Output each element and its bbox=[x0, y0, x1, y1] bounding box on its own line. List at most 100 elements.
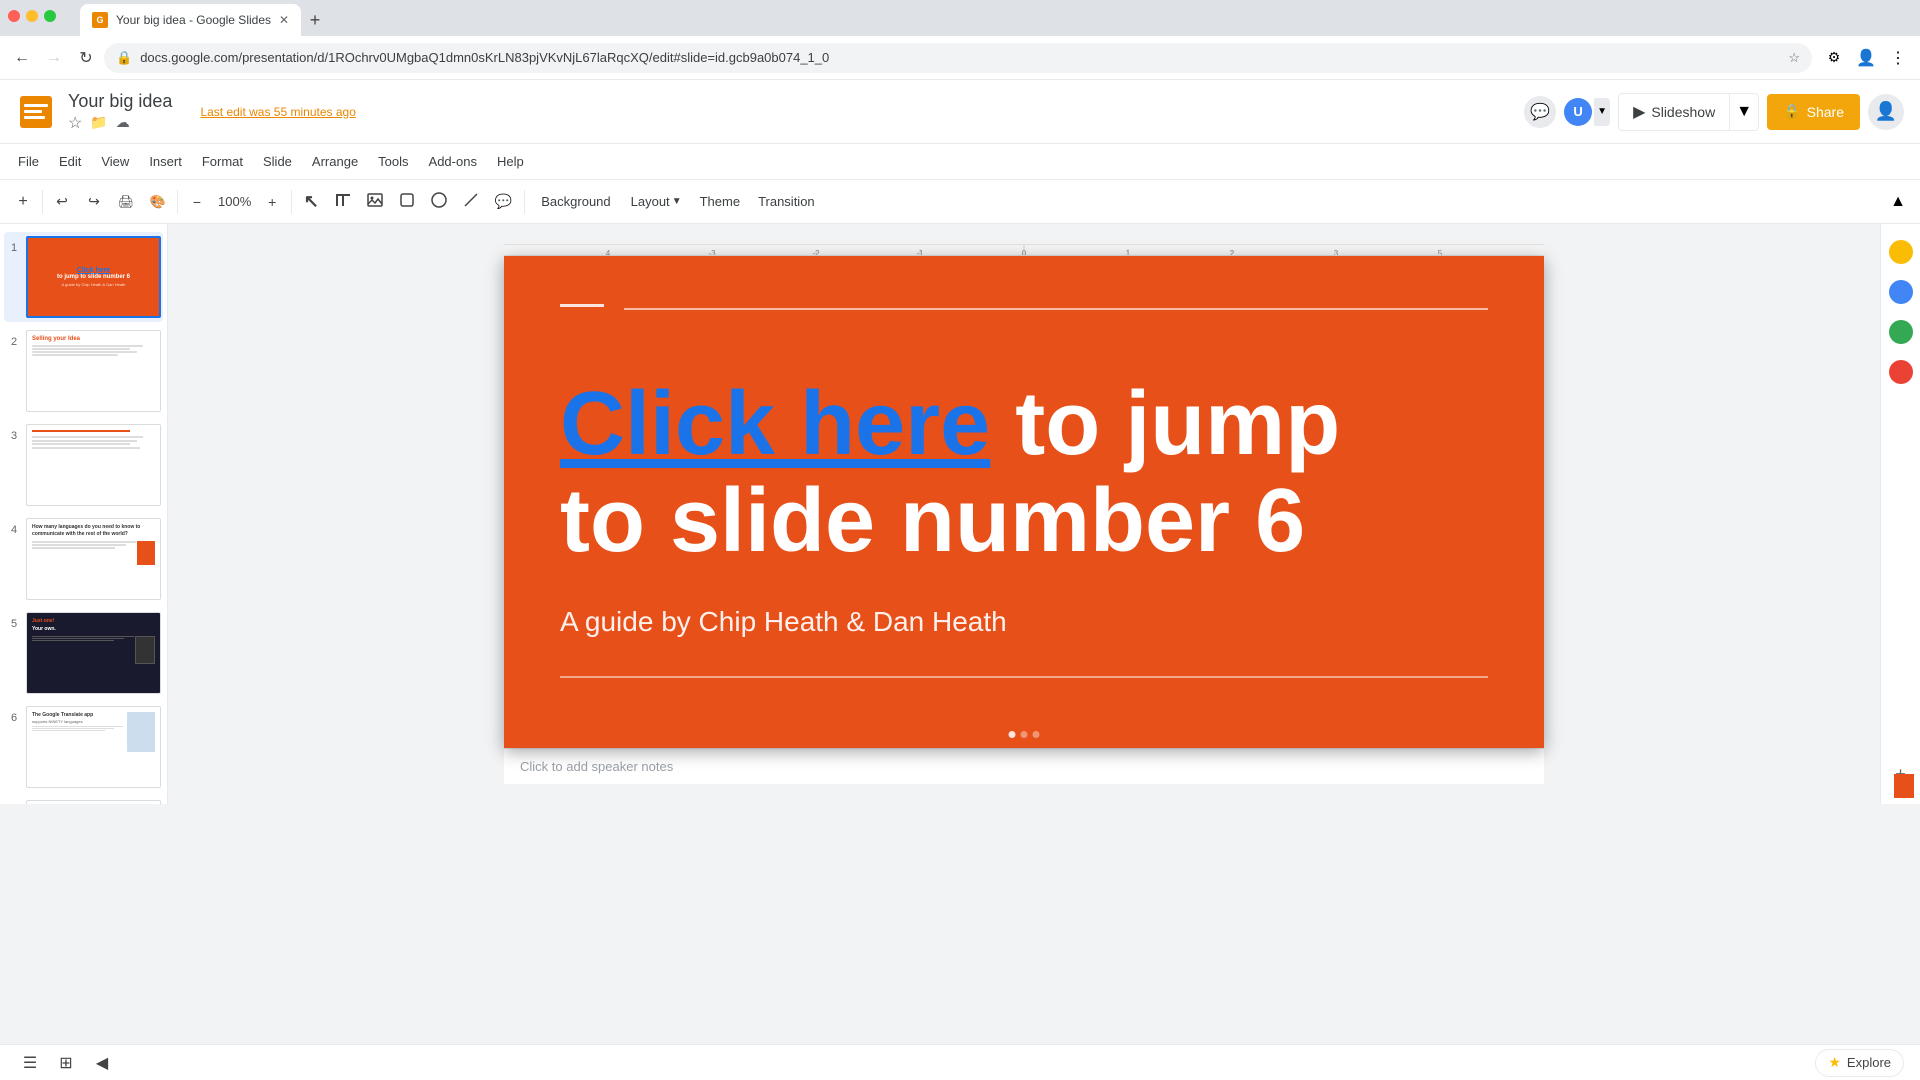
share-btn[interactable]: 🔒 Share bbox=[1767, 94, 1860, 130]
transition-label: Transition bbox=[758, 194, 815, 209]
refresh-btn[interactable]: ↻ bbox=[72, 44, 100, 72]
slideshow-dropdown-btn[interactable]: ▼ bbox=[1730, 94, 1758, 130]
background-btn[interactable]: Background bbox=[531, 187, 620, 217]
layout-btn[interactable]: Layout ▼ bbox=[623, 187, 690, 217]
slideshow-label: Slideshow bbox=[1651, 104, 1715, 120]
toolbar-comment-btn[interactable]: 💬 bbox=[488, 187, 518, 217]
back-btn[interactable]: ← bbox=[8, 44, 36, 72]
slide-subtitle: A guide by Chip Heath & Dan Heath bbox=[560, 606, 1007, 638]
toolbar-undo-btn[interactable]: ↩ bbox=[47, 187, 77, 217]
play-icon: ▶ bbox=[1633, 102, 1645, 122]
toolbar-zoom-in-btn[interactable]: + bbox=[257, 187, 287, 217]
menu-format[interactable]: Format bbox=[192, 148, 253, 176]
new-tab-btn[interactable]: + bbox=[301, 6, 329, 34]
view-grid-btn[interactable]: ⊞ bbox=[52, 1049, 80, 1077]
comment-icon[interactable]: 💬 bbox=[1524, 96, 1556, 128]
slide-link-text[interactable]: Click here bbox=[560, 374, 990, 474]
svg-text:-2: -2 bbox=[812, 249, 820, 256]
slide-num-1: 1 bbox=[6, 242, 22, 254]
menu-addons[interactable]: Add-ons bbox=[419, 148, 487, 176]
address-url: docs.google.com/presentation/d/1ROchrv0U… bbox=[140, 50, 1780, 65]
forward-btn[interactable]: → bbox=[40, 44, 68, 72]
zoom-level: 100% bbox=[214, 194, 255, 209]
address-bar[interactable]: 🔒 docs.google.com/presentation/d/1ROchrv… bbox=[104, 43, 1812, 73]
menu-help[interactable]: Help bbox=[487, 148, 534, 176]
menu-edit[interactable]: Edit bbox=[49, 148, 91, 176]
profile-icon[interactable]: 👤 bbox=[1852, 44, 1880, 72]
slide-thumb-1[interactable]: 1 Click here to jump to slide number 6 A… bbox=[4, 232, 163, 322]
slide-line-bottom bbox=[560, 676, 1488, 678]
slideshow-btn[interactable]: ▶ Slideshow bbox=[1619, 94, 1730, 130]
menu-file[interactable]: File bbox=[8, 148, 49, 176]
star-favorite-icon[interactable]: ☆ bbox=[68, 113, 82, 133]
menu-arrange[interactable]: Arrange bbox=[302, 148, 368, 176]
toolbar-zoom-out-btn[interactable]: − bbox=[182, 187, 212, 217]
star-icon[interactable]: ☆ bbox=[1788, 50, 1800, 66]
menu-tools[interactable]: Tools bbox=[368, 148, 418, 176]
theme-btn[interactable]: Theme bbox=[692, 187, 748, 217]
sidebar-dot-green[interactable] bbox=[1889, 320, 1913, 344]
slide-preview-4: How many languages do you need to know t… bbox=[26, 518, 161, 600]
slide-preview-2: Selling your Idea bbox=[26, 330, 161, 412]
svg-text:0: 0 bbox=[1022, 249, 1027, 256]
avatar[interactable]: U bbox=[1564, 98, 1592, 126]
user-avatar-btn[interactable]: 👤 bbox=[1868, 94, 1904, 130]
menu-slide[interactable]: Slide bbox=[253, 148, 302, 176]
toolbar-print-btn[interactable]: 🖨 bbox=[111, 187, 141, 217]
slide-preview-6: The Google Translate app supports NINETY… bbox=[26, 706, 161, 788]
slide-thumb-4[interactable]: 4 How many languages do you need to know… bbox=[4, 514, 163, 604]
toolbar-circle-btn[interactable] bbox=[424, 187, 454, 217]
svg-text:5: 5 bbox=[1438, 249, 1443, 256]
sidebar-dot-blue[interactable] bbox=[1889, 280, 1913, 304]
transition-btn[interactable]: Transition bbox=[750, 187, 823, 217]
menu-view[interactable]: View bbox=[91, 148, 139, 176]
toolbar-collapse-btn[interactable]: ▲ bbox=[1884, 188, 1912, 216]
toolbar-shape-btn[interactable] bbox=[392, 187, 422, 217]
close-window-btn[interactable] bbox=[8, 10, 20, 22]
nav-dot bbox=[1009, 731, 1016, 738]
extensions-icon[interactable]: ⚙ bbox=[1820, 44, 1848, 72]
layout-label: Layout bbox=[631, 194, 670, 209]
slide-thumb-6[interactable]: 6 The Google Translate app supports NINE… bbox=[4, 702, 163, 792]
last-edit-label[interactable]: Last edit was 55 minutes ago bbox=[200, 105, 355, 119]
menu-insert[interactable]: Insert bbox=[139, 148, 192, 176]
chrome-menu-icon[interactable]: ⋮ bbox=[1884, 44, 1912, 72]
slide-thumb-2[interactable]: 2 Selling your Idea bbox=[4, 326, 163, 416]
explore-btn[interactable]: ★ Explore bbox=[1815, 1049, 1904, 1077]
svg-text:-3: -3 bbox=[708, 249, 716, 256]
toolbar-line-btn[interactable] bbox=[456, 187, 486, 217]
toolbar-select-btn[interactable]: ↖ bbox=[296, 187, 326, 217]
speaker-notes-placeholder: Click to add speaker notes bbox=[520, 759, 673, 774]
sidebar-dot-yellow[interactable] bbox=[1889, 240, 1913, 264]
lock-icon: 🔒 bbox=[116, 50, 132, 66]
tab-close-btn[interactable]: ✕ bbox=[279, 13, 289, 27]
folder-icon[interactable]: 📁 bbox=[90, 114, 107, 131]
toolbar-add-btn[interactable]: + bbox=[8, 187, 38, 217]
slide-preview-3 bbox=[26, 424, 161, 506]
toolbar-text-btn[interactable] bbox=[328, 187, 358, 217]
theme-label: Theme bbox=[700, 194, 740, 209]
svg-text:4: 4 bbox=[606, 249, 611, 256]
browser-tab[interactable]: G Your big idea - Google Slides ✕ bbox=[80, 4, 301, 36]
svg-text:1: 1 bbox=[1126, 249, 1131, 256]
panel-toggle-btn[interactable]: ◀ bbox=[88, 1049, 116, 1077]
slide-canvas[interactable]: Click here to jump to slide number 6 A g… bbox=[504, 256, 1544, 748]
slide-to-jump: to jump bbox=[990, 374, 1340, 474]
toolbar-image-btn[interactable] bbox=[360, 187, 390, 217]
speaker-notes-area[interactable]: Click to add speaker notes bbox=[504, 748, 1544, 784]
slide-preview-5: Just one! Your own. bbox=[26, 612, 161, 694]
sidebar-dot-red[interactable] bbox=[1889, 360, 1913, 384]
toolbar-redo-btn[interactable]: ↪ bbox=[79, 187, 109, 217]
slide-num-2: 2 bbox=[6, 336, 22, 348]
cloud-icon[interactable]: ☁ bbox=[116, 114, 130, 131]
slide-thumb-7[interactable]: 7 5 Examples bbox=[4, 796, 163, 804]
slide-thumb-3[interactable]: 3 bbox=[4, 420, 163, 510]
slide-thumb-5[interactable]: 5 Just one! Your own. bbox=[4, 608, 163, 698]
view-list-btn[interactable]: ☰ bbox=[16, 1049, 44, 1077]
toolbar-paint-btn[interactable]: 🎨 bbox=[143, 187, 173, 217]
avatar-dropdown[interactable]: ▼ bbox=[1594, 98, 1610, 126]
slide-num-6: 6 bbox=[6, 712, 22, 724]
maximize-window-btn[interactable] bbox=[44, 10, 56, 22]
minimize-window-btn[interactable] bbox=[26, 10, 38, 22]
bottom-bar: ☰ ⊞ ◀ ★ Explore bbox=[0, 1044, 1920, 1080]
